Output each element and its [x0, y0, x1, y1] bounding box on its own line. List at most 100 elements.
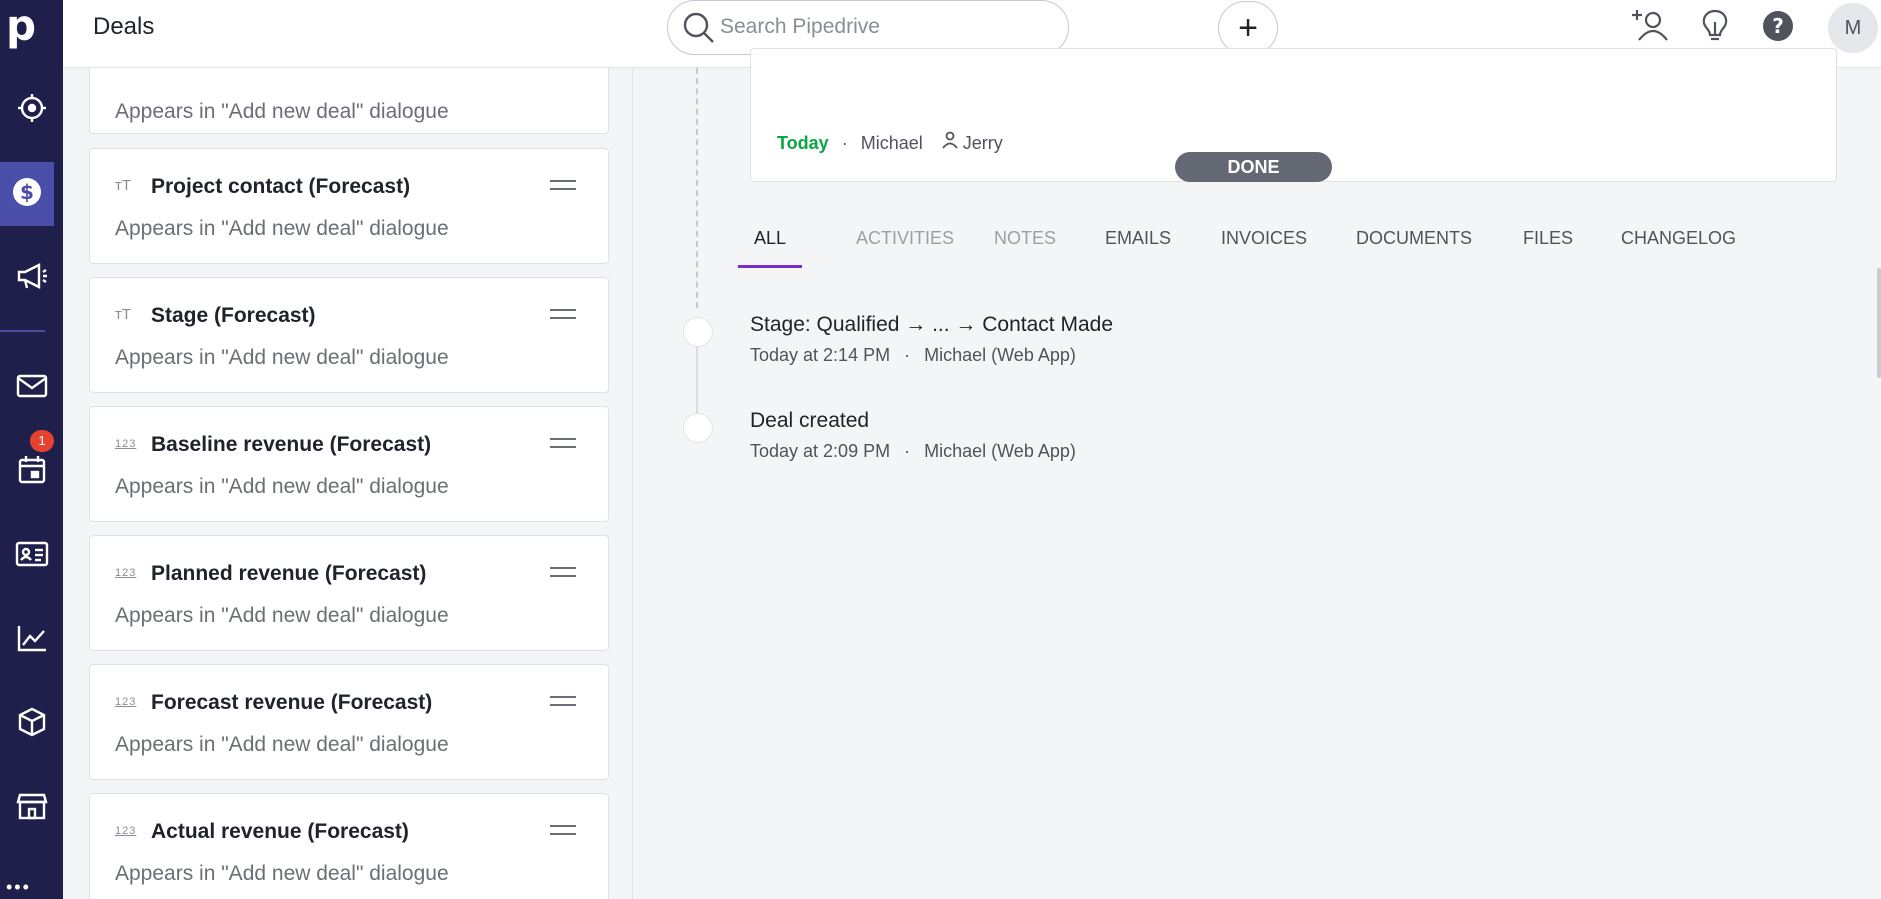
- history-meta: Today at 2:09 PM · Michael (Web App): [750, 441, 1076, 462]
- store-icon: [15, 791, 48, 826]
- text-type-icon: ᴛT: [115, 306, 132, 323]
- drag-handle-icon[interactable]: [550, 309, 576, 319]
- search-input[interactable]: [720, 13, 1050, 41]
- tab-files[interactable]: FILES: [1523, 218, 1573, 268]
- contact-card-icon: [15, 539, 49, 574]
- field-name: Forecast revenue (Forecast): [151, 691, 433, 714]
- separator-dot: ·: [904, 345, 911, 365]
- field-card[interactable]: 123 Forecast revenue (Forecast) Appears …: [89, 664, 609, 780]
- field-subtitle: Appears in "Add new deal" dialogue: [115, 475, 449, 498]
- field-name: Planned revenue (Forecast): [151, 562, 427, 585]
- drag-handle-icon[interactable]: [550, 567, 576, 577]
- field-card[interactable]: 123 Planned revenue (Forecast) Appears i…: [89, 535, 609, 651]
- field-name: Baseline revenue (Forecast): [151, 433, 432, 456]
- history-meta: Today at 2:14 PM · Michael (Web App): [750, 345, 1113, 366]
- plus-icon: +: [1238, 9, 1258, 47]
- activity-date: Today: [777, 133, 829, 153]
- dollar-icon: $: [11, 176, 43, 213]
- field-card[interactable]: Appears in "Add new deal" dialogue: [89, 68, 609, 134]
- pipedrive-logo[interactable]: p: [6, 4, 42, 48]
- nav-item-campaigns[interactable]: [0, 246, 63, 310]
- number-type-icon: 123: [115, 438, 137, 450]
- nav-item-products[interactable]: [0, 692, 63, 756]
- field-subtitle: Appears in "Add new deal" dialogue: [115, 346, 449, 369]
- calendar-icon: [17, 454, 47, 491]
- number-type-icon: 123: [115, 825, 137, 837]
- history-author: Michael (Web App): [924, 441, 1076, 461]
- field-card[interactable]: ᴛT Stage (Forecast) Appears in "Add new …: [89, 277, 609, 393]
- field-card[interactable]: 123 Actual revenue (Forecast) Appears in…: [89, 793, 609, 899]
- nav-item-mail[interactable]: [0, 356, 63, 420]
- person-icon: [942, 131, 963, 153]
- history-title: Stage: Qualified → ... → Contact Made: [750, 313, 1114, 336]
- activity-meta: Today · Michael Jerry: [777, 131, 1003, 154]
- nav-item-marketplace[interactable]: [0, 776, 63, 840]
- field-subtitle: Appears in "Add new deal" dialogue: [115, 733, 449, 756]
- separator-dot: ·: [904, 441, 911, 461]
- separator-dot: ·: [841, 133, 848, 153]
- activity-owner[interactable]: Michael: [861, 133, 923, 153]
- field-card[interactable]: ᴛT Project contact (Forecast) Appears in…: [89, 148, 609, 264]
- target-icon: [16, 92, 48, 129]
- mail-icon: [16, 372, 48, 405]
- drag-handle-icon[interactable]: [550, 825, 576, 835]
- search-box[interactable]: [667, 0, 1069, 55]
- history-time: Today at 2:14 PM: [750, 345, 891, 365]
- notification-badge: 1: [30, 430, 54, 452]
- tab-all[interactable]: ALL: [738, 218, 803, 268]
- timeline-dot: [683, 317, 713, 347]
- nav-item-activities[interactable]: [0, 440, 63, 504]
- tab-activities[interactable]: ACTIVITIES: [856, 218, 954, 268]
- text-type-icon: ᴛT: [115, 177, 132, 194]
- tips-button[interactable]: [1695, 8, 1735, 48]
- history-item: Stage: Qualified → ... → Contact Made To…: [750, 313, 1113, 366]
- field-name: Actual revenue (Forecast): [151, 820, 409, 843]
- drag-handle-icon[interactable]: [550, 696, 576, 706]
- add-user-icon: [1631, 8, 1671, 49]
- number-type-icon: 123: [115, 567, 137, 579]
- scrollbar[interactable]: [1877, 268, 1881, 378]
- history-time: Today at 2:09 PM: [750, 441, 891, 461]
- help-button[interactable]: ?: [1758, 8, 1798, 48]
- tab-changelog[interactable]: CHANGELOG: [1621, 218, 1736, 268]
- nav-rail: p $ 1 •••: [0, 0, 63, 899]
- tab-emails[interactable]: EMAILS: [1105, 218, 1171, 268]
- history-title: Deal created: [750, 409, 870, 432]
- field-subtitle: Appears in "Add new deal" dialogue: [115, 217, 449, 240]
- search-icon: [682, 11, 716, 50]
- tab-documents[interactable]: DOCUMENTS: [1356, 218, 1472, 268]
- more-icon[interactable]: •••: [6, 878, 31, 896]
- timeline-dot: [683, 413, 713, 443]
- tab-invoices[interactable]: INVOICES: [1221, 218, 1307, 268]
- avatar[interactable]: M: [1828, 3, 1878, 53]
- chart-icon: [16, 623, 48, 658]
- svg-text:?: ?: [1772, 14, 1784, 38]
- history-author: Michael (Web App): [924, 345, 1076, 365]
- nav-item-deals[interactable]: $: [0, 162, 54, 226]
- deal-fields-panel: Appears in "Add new deal" dialogue ᴛT Pr…: [63, 68, 633, 899]
- history-item: Deal created Today at 2:09 PM · Michael …: [750, 409, 1076, 462]
- number-type-icon: 123: [115, 696, 137, 708]
- drag-handle-icon[interactable]: [550, 180, 576, 190]
- field-name: Stage (Forecast): [151, 304, 316, 327]
- drag-handle-icon[interactable]: [550, 438, 576, 448]
- status-badge: DONE: [1175, 152, 1332, 182]
- svg-text:$: $: [20, 180, 34, 204]
- field-subtitle: Appears in "Add new deal" dialogue: [115, 604, 449, 627]
- field-card[interactable]: 123 Baseline revenue (Forecast) Appears …: [89, 406, 609, 522]
- activity-participant[interactable]: Jerry: [963, 133, 1003, 153]
- page-title: Deals: [93, 13, 155, 40]
- tab-notes[interactable]: NOTES: [994, 218, 1056, 268]
- box-icon: [16, 706, 48, 743]
- add-button[interactable]: +: [1218, 1, 1278, 55]
- field-name: Project contact (Forecast): [151, 175, 411, 198]
- nav-separator: [0, 330, 45, 332]
- invite-users-button[interactable]: [1631, 8, 1671, 48]
- help-icon: ?: [1761, 9, 1795, 48]
- deal-history-panel: Today · Michael Jerry DONE ALL ACTIVITIE…: [634, 48, 1881, 899]
- nav-item-insights[interactable]: [0, 608, 63, 672]
- megaphone-icon: [15, 260, 49, 297]
- field-subtitle: Appears in "Add new deal" dialogue: [115, 862, 449, 885]
- nav-item-focus[interactable]: [0, 78, 63, 142]
- nav-item-contacts[interactable]: [0, 524, 63, 588]
